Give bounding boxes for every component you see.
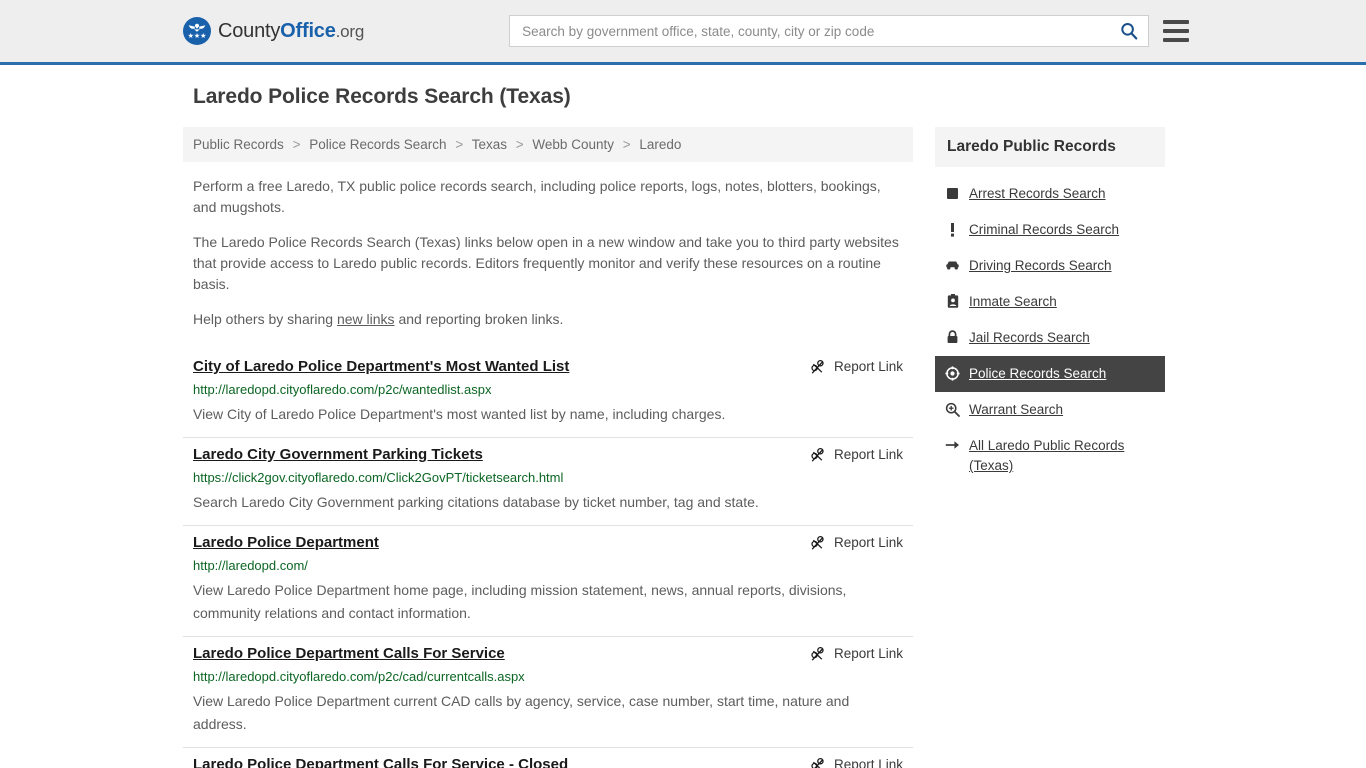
- breadcrumb-separator: >: [515, 137, 524, 152]
- report-link-label: Report Link: [833, 535, 903, 550]
- result-item: Laredo City Government Parking Tickets R…: [183, 438, 913, 526]
- result-url: http://laredopd.com/: [193, 558, 308, 573]
- breadcrumb-separator: >: [622, 137, 631, 152]
- result-item: City of Laredo Police Department's Most …: [183, 350, 913, 438]
- broken-link-icon: [811, 646, 824, 661]
- breadcrumb-item-public-records[interactable]: Public Records: [193, 137, 284, 152]
- intro-p3-after: and reporting broken links.: [394, 311, 564, 327]
- exclamation-icon: [945, 220, 960, 238]
- site-logo[interactable]: ★★★ CountyOffice.org: [183, 17, 364, 45]
- hamburger-bar-2: [1163, 29, 1190, 33]
- sidebar-item-inmate-search[interactable]: Inmate Search: [935, 284, 1165, 320]
- result-item: Laredo Police Department Calls For Servi…: [183, 748, 913, 768]
- report-link-button[interactable]: Report Link: [809, 356, 903, 378]
- sidebar: Laredo Public Records Arrest Records Sea…: [935, 127, 1165, 484]
- result-item: Laredo Police Department Calls For Servi…: [183, 637, 913, 748]
- new-links-link[interactable]: new links: [337, 311, 395, 327]
- result-title-link[interactable]: Laredo City Government Parking Tickets: [193, 444, 483, 466]
- results-list: City of Laredo Police Department's Most …: [183, 350, 913, 768]
- sidebar-item-police-records-search[interactable]: Police Records Search: [935, 356, 1165, 392]
- sidebar-list: Arrest Records Search Criminal Records S…: [935, 176, 1165, 484]
- search-input[interactable]: [520, 22, 1119, 40]
- result-description: View City of Laredo Police Department's …: [193, 406, 726, 422]
- broken-link-icon: [811, 535, 824, 550]
- broken-link-icon: [811, 447, 824, 462]
- sidebar-item-label: Arrest Records Search: [969, 186, 1106, 201]
- menu-button[interactable]: [1163, 20, 1190, 42]
- sidebar-item-jail-records-search[interactable]: Jail Records Search: [935, 320, 1165, 356]
- intro-p3-before: Help others by sharing: [193, 311, 337, 327]
- lock-icon: [945, 328, 960, 346]
- sidebar-item-driving-records-search[interactable]: Driving Records Search: [935, 248, 1165, 284]
- sidebar-item-all-laredo-public-records[interactable]: All Laredo Public Records (Texas): [935, 428, 1165, 484]
- stars-icon: ★★★: [187, 33, 207, 40]
- breadcrumb-separator: >: [455, 137, 464, 152]
- result-url: http://laredopd.cityoflaredo.com/p2c/cad…: [193, 669, 525, 684]
- result-title-link[interactable]: City of Laredo Police Department's Most …: [193, 356, 569, 378]
- arrow-right-icon: [945, 436, 960, 454]
- result-title-link[interactable]: Laredo Police Department Calls For Servi…: [193, 643, 505, 665]
- id-badge-icon: [945, 292, 960, 310]
- search-button[interactable]: [1118, 20, 1140, 42]
- breadcrumb-item-laredo[interactable]: Laredo: [639, 137, 681, 152]
- sidebar-item-warrant-search[interactable]: Warrant Search: [935, 392, 1165, 428]
- brand-wordmark: CountyOffice.org: [218, 20, 364, 43]
- brand-org-text: .org: [335, 21, 365, 41]
- car-icon: [945, 256, 960, 274]
- brand-office-text: Office: [280, 19, 336, 42]
- intro-paragraph-3: Help others by sharing new links and rep…: [193, 309, 905, 330]
- page-title: Laredo Police Records Search (Texas): [193, 85, 571, 108]
- broken-link-icon: [811, 757, 824, 768]
- report-link-button[interactable]: Report Link: [809, 754, 903, 768]
- result-item: Laredo Police Department Report Link htt…: [183, 526, 913, 637]
- search-icon: [1121, 23, 1138, 40]
- report-link-label: Report Link: [833, 447, 903, 462]
- sidebar-item-label: Jail Records Search: [969, 330, 1090, 345]
- intro-paragraph-1: Perform a free Laredo, TX public police …: [193, 178, 881, 215]
- sidebar-item-label: All Laredo Public Records (Texas): [969, 438, 1125, 473]
- result-title-link[interactable]: Laredo Police Department Calls For Servi…: [193, 754, 568, 768]
- breadcrumb-separator: >: [292, 137, 301, 152]
- header-search-area: [509, 15, 1190, 47]
- intro-paragraph-2: The Laredo Police Records Search (Texas)…: [193, 234, 899, 292]
- sidebar-item-arrest-records-search[interactable]: Arrest Records Search: [935, 176, 1165, 212]
- report-link-button[interactable]: Report Link: [809, 643, 903, 665]
- sidebar-item-criminal-records-search[interactable]: Criminal Records Search: [935, 212, 1165, 248]
- report-link-label: Report Link: [833, 757, 903, 768]
- breadcrumb: Public Records > Police Records Search >…: [183, 127, 913, 162]
- report-link-label: Report Link: [833, 646, 903, 661]
- target-icon: [945, 364, 960, 382]
- eagle-icon: [188, 23, 206, 32]
- sidebar-header: Laredo Public Records: [935, 127, 1165, 167]
- county-office-seal-icon: ★★★: [183, 17, 211, 45]
- hamburger-bar-1: [1163, 20, 1190, 24]
- result-description: View Laredo Police Department current CA…: [193, 693, 850, 732]
- sidebar-item-label: Criminal Records Search: [969, 222, 1120, 237]
- breadcrumb-item-texas[interactable]: Texas: [472, 137, 507, 152]
- broken-link-icon: [811, 359, 824, 374]
- search-box[interactable]: [509, 15, 1150, 47]
- result-title-link[interactable]: Laredo Police Department: [193, 532, 379, 554]
- report-link-button[interactable]: Report Link: [809, 444, 903, 466]
- report-link-label: Report Link: [833, 359, 903, 374]
- report-link-button[interactable]: Report Link: [809, 532, 903, 554]
- sidebar-item-label: Inmate Search: [969, 294, 1057, 309]
- breadcrumb-item-police-records-search[interactable]: Police Records Search: [309, 137, 446, 152]
- hamburger-bar-3: [1163, 38, 1190, 42]
- breadcrumb-item-webb-county[interactable]: Webb County: [532, 137, 614, 152]
- result-url: http://laredopd.cityoflaredo.com/p2c/wan…: [193, 382, 492, 397]
- sidebar-item-label: Police Records Search: [969, 366, 1107, 381]
- result-url: https://click2gov.cityoflaredo.com/Click…: [193, 470, 564, 485]
- result-description: View Laredo Police Department home page,…: [193, 582, 847, 621]
- fingerprint-icon: [945, 184, 960, 202]
- page-container: Laredo Police Records Search (Texas) Pub…: [183, 65, 1183, 768]
- sidebar-item-label: Driving Records Search: [969, 258, 1112, 273]
- magnifier-plus-icon: [945, 400, 960, 418]
- intro-text: Perform a free Laredo, TX public police …: [183, 176, 913, 330]
- result-description: Search Laredo City Government parking ci…: [193, 494, 759, 510]
- main-content: Public Records > Police Records Search >…: [183, 127, 913, 768]
- sidebar-item-label: Warrant Search: [969, 402, 1064, 417]
- site-header: ★★★ CountyOffice.org: [0, 0, 1366, 65]
- brand-county-text: County: [218, 19, 281, 42]
